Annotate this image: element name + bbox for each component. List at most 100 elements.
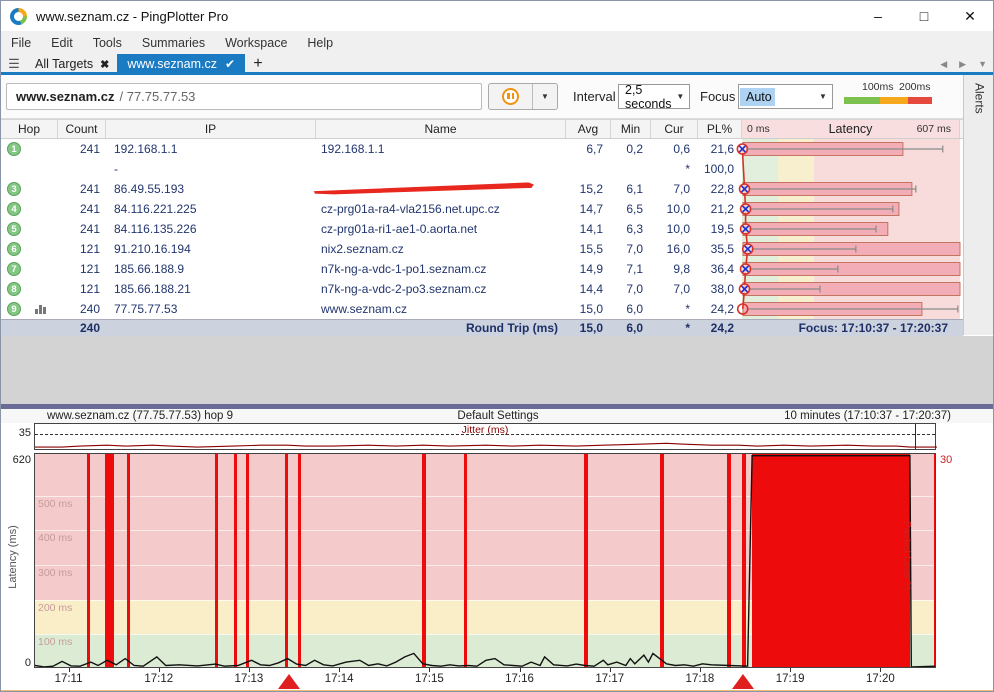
latency-zero-label: 0 xyxy=(7,657,31,669)
column-header-cur[interactable]: Cur xyxy=(651,120,698,138)
cur-cell: 10,0 xyxy=(651,219,698,239)
hamburger-icon[interactable]: ☰ xyxy=(1,54,27,74)
target-input[interactable]: www.seznam.cz / 77.75.77.53 xyxy=(6,83,482,110)
packet-loss-axis-label: Packet Loss % xyxy=(901,521,913,601)
column-header-latency[interactable]: 0 msLatency607 ms xyxy=(742,120,960,138)
app-logo-icon xyxy=(10,8,27,25)
summary-row[interactable]: 240Round Trip (ms)15,06,0*24,2Focus: 17:… xyxy=(1,319,963,336)
column-header-min[interactable]: Min xyxy=(611,120,651,138)
hop-number-badge: 9 xyxy=(7,302,21,316)
jitter-graph[interactable]: Jitter (ms) xyxy=(34,423,936,450)
name-cell: n7k-ng-a-vdc-2-po3.seznam.cz xyxy=(316,279,566,299)
jitter-trace xyxy=(35,424,937,449)
latency-max-label: 620 xyxy=(7,454,31,466)
min-cell: 7,0 xyxy=(611,279,651,299)
min-cell: 0,2 xyxy=(611,139,651,159)
pause-dropdown-icon[interactable]: ▼ xyxy=(533,84,557,109)
column-header-pl[interactable]: PL% xyxy=(698,120,742,138)
menu-item-edit[interactable]: Edit xyxy=(41,33,83,53)
min-cell: 6,3 xyxy=(611,219,651,239)
tab-www-seznam-cz[interactable]: www.seznam.cz ✔ xyxy=(117,54,245,74)
count-cell: 240 xyxy=(58,299,106,319)
tab-scroll-right-icon[interactable]: ▶ xyxy=(953,59,972,70)
menu-item-help[interactable]: Help xyxy=(297,33,343,53)
tab-list-dropdown-icon[interactable]: ▼ xyxy=(972,59,993,69)
ip-cell: 185.66.188.21 xyxy=(106,279,316,299)
x-label-1711: 17:11 xyxy=(44,673,94,685)
ip-cell: - xyxy=(106,159,316,179)
tab-close-icon[interactable]: ✖ xyxy=(100,58,109,71)
cur-cell: 16,0 xyxy=(651,239,698,259)
chevron-down-icon[interactable]: ▼ xyxy=(814,92,832,101)
x-tick xyxy=(159,668,160,672)
avg-cell xyxy=(566,159,611,179)
column-header-hop[interactable]: Hop xyxy=(1,120,58,138)
ip-cell: 192.168.1.1 xyxy=(106,139,316,159)
menu-item-tools[interactable]: Tools xyxy=(83,33,132,53)
hop-cell: 1 xyxy=(1,139,58,159)
menu-item-file[interactable]: File xyxy=(1,33,41,53)
menu-item-summaries[interactable]: Summaries xyxy=(132,33,215,53)
x-label-1715: 17:15 xyxy=(404,673,454,685)
hop-cell: 6 xyxy=(1,239,58,259)
latency-timeline-graph[interactable]: 500 ms400 ms300 ms200 ms100 ms xyxy=(34,453,936,668)
avg-cell: 6,7 xyxy=(566,139,611,159)
minimize-button[interactable]: – xyxy=(855,2,901,30)
alerts-side-panel[interactable]: Alerts xyxy=(963,75,994,335)
ip-cell: 185.66.188.9 xyxy=(106,259,316,279)
x-tick xyxy=(790,668,791,672)
maximize-button[interactable]: □ xyxy=(901,2,947,30)
hop-cell: 5 xyxy=(1,219,58,239)
min-cell: 7,0 xyxy=(611,239,651,259)
interval-select[interactable]: 2,5 seconds ▼ xyxy=(618,84,690,109)
x-label-1717: 17:17 xyxy=(585,673,635,685)
column-header-name[interactable]: Name xyxy=(316,120,566,138)
x-tick xyxy=(880,668,881,672)
hop-number-badge: 1 xyxy=(7,142,21,156)
column-header-avg[interactable]: Avg xyxy=(566,120,611,138)
alert-triangle-marker[interactable] xyxy=(732,674,754,689)
name-cell: cz-prg01a-ra4-vla2156.net.upc.cz xyxy=(316,199,566,219)
bar-chart-icon[interactable] xyxy=(35,305,48,314)
latency-scale-legend[interactable]: 100ms 200ms xyxy=(844,81,932,107)
pingplotter-window: www.seznam.cz - PingPlotter Pro – □ ✕ Fi… xyxy=(0,0,994,692)
count-cell: 121 xyxy=(58,239,106,259)
focus-select[interactable]: Auto ▼ xyxy=(738,84,833,109)
hop-cell: 4 xyxy=(1,199,58,219)
x-label-1716: 17:16 xyxy=(495,673,545,685)
chevron-down-icon[interactable]: ▼ xyxy=(672,92,689,101)
latency-bars-graph[interactable] xyxy=(701,139,963,319)
column-header-count[interactable]: Count xyxy=(58,120,106,138)
avg-cell: 14,7 xyxy=(566,199,611,219)
scale-100ms-label: 100ms xyxy=(862,81,894,93)
cur-cell: * xyxy=(651,159,698,179)
ip-cell: 91.210.16.194 xyxy=(106,239,316,259)
cur-cell: 7,0 xyxy=(651,179,698,199)
tab-scroll-left-icon[interactable]: ◀ xyxy=(934,59,953,70)
summary-cell: 24,2 xyxy=(698,321,742,335)
column-header-ip[interactable]: IP xyxy=(106,120,316,138)
add-tab-button[interactable]: + xyxy=(245,54,271,74)
summary-cell: * xyxy=(651,321,698,335)
avg-cell: 14,9 xyxy=(566,259,611,279)
count-cell: 121 xyxy=(58,259,106,279)
close-button[interactable]: ✕ xyxy=(947,2,993,30)
cur-cell: 9,8 xyxy=(651,259,698,279)
pause-button[interactable] xyxy=(489,84,533,109)
hop-cell: 9 xyxy=(1,299,58,319)
count-cell: 241 xyxy=(58,139,106,159)
hop-number-badge: 5 xyxy=(7,222,21,236)
name-cell: nix2.seznam.cz xyxy=(316,239,566,259)
tab-all-targets[interactable]: All Targets ✖ xyxy=(27,54,117,74)
tab-all-targets-label: All Targets xyxy=(35,57,93,71)
focus-value-highlighted: Auto xyxy=(740,88,775,106)
min-cell: 6,0 xyxy=(611,299,651,319)
alert-triangle-marker[interactable] xyxy=(278,674,300,689)
round-trip-label: Round Trip (ms) xyxy=(316,321,566,335)
hop-number-badge: 7 xyxy=(7,262,21,276)
menu-item-workspace[interactable]: Workspace xyxy=(215,33,297,53)
hop-number-badge: 6 xyxy=(7,242,21,256)
name-cell: 192.168.1.1 xyxy=(316,139,566,159)
scale-gradient-bar xyxy=(844,97,932,104)
jitter-marker-line xyxy=(915,424,917,449)
